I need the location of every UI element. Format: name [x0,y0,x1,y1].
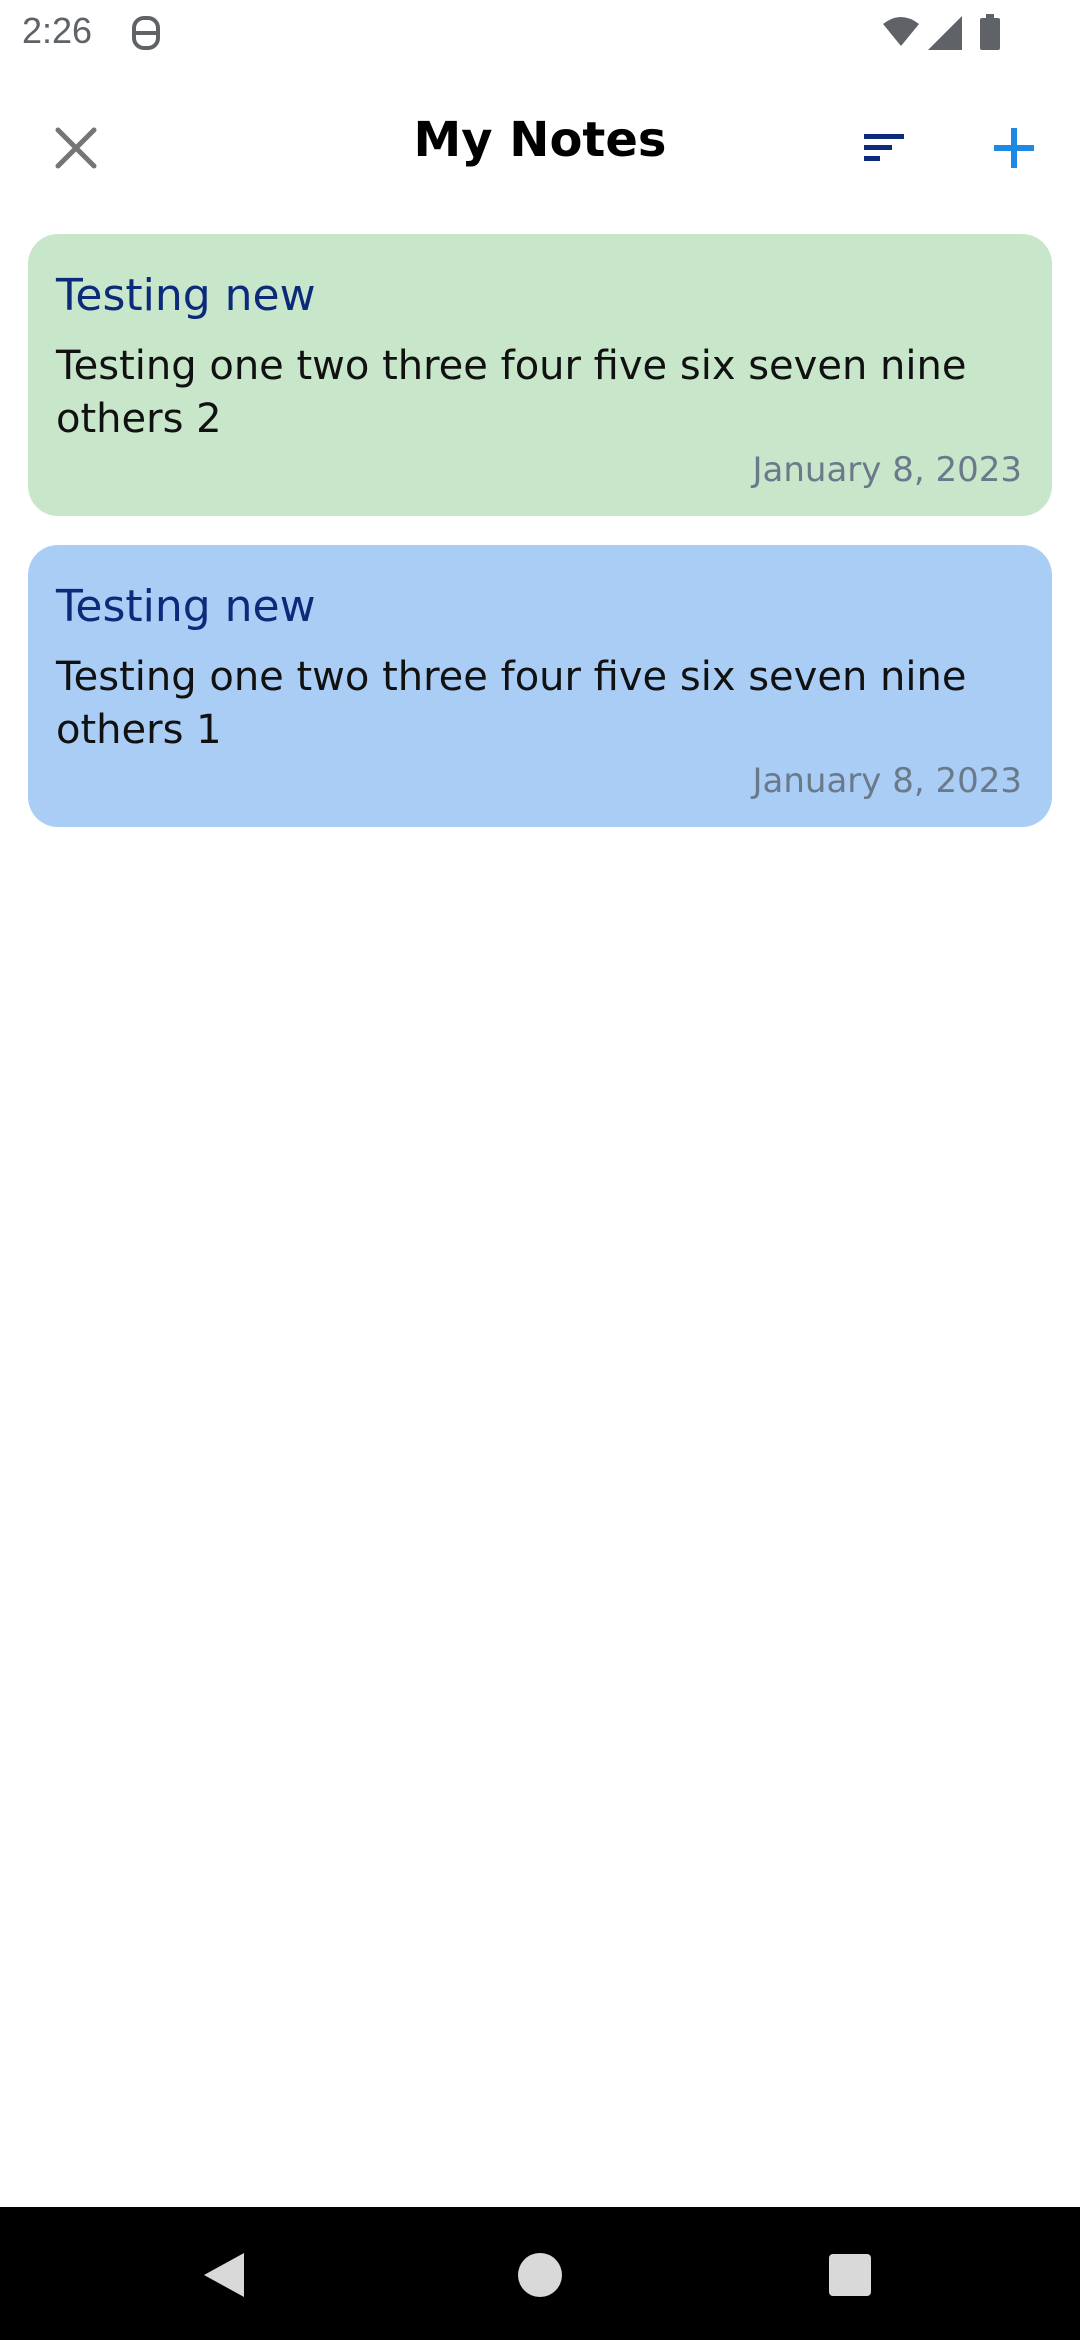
sort-icon [864,134,904,161]
sort-button[interactable] [846,110,922,186]
note-card[interactable]: Testing new Testing one two three four f… [28,545,1052,827]
note-date: January 8, 2023 [752,761,1022,801]
add-icon [994,128,1034,168]
notes-screen: 2:26 My Notes Testing new Testing one tw… [0,0,1080,2340]
recents-icon[interactable] [829,2254,871,2296]
app-notification-icon [132,16,160,50]
note-title: Testing new [56,270,316,321]
note-date: January 8, 2023 [752,450,1022,490]
status-bar: 2:26 [0,0,1080,66]
note-body: Testing one two three four five six seve… [56,654,967,753]
home-icon[interactable] [518,2253,562,2297]
battery-icon [980,14,1000,50]
back-icon[interactable] [200,2249,248,2301]
notes-list: Testing new Testing one two three four f… [28,234,1052,856]
status-time: 2:26 [22,10,93,51]
add-note-button[interactable] [976,110,1052,186]
system-nav-bar [0,2207,1080,2340]
note-card[interactable]: Testing new Testing one two three four f… [28,234,1052,516]
note-body: Testing one two three four five six seve… [56,343,967,442]
signal-icon [928,16,962,50]
wifi-icon [883,17,919,46]
note-title: Testing new [56,581,316,632]
app-bar: My Notes [0,66,1080,222]
